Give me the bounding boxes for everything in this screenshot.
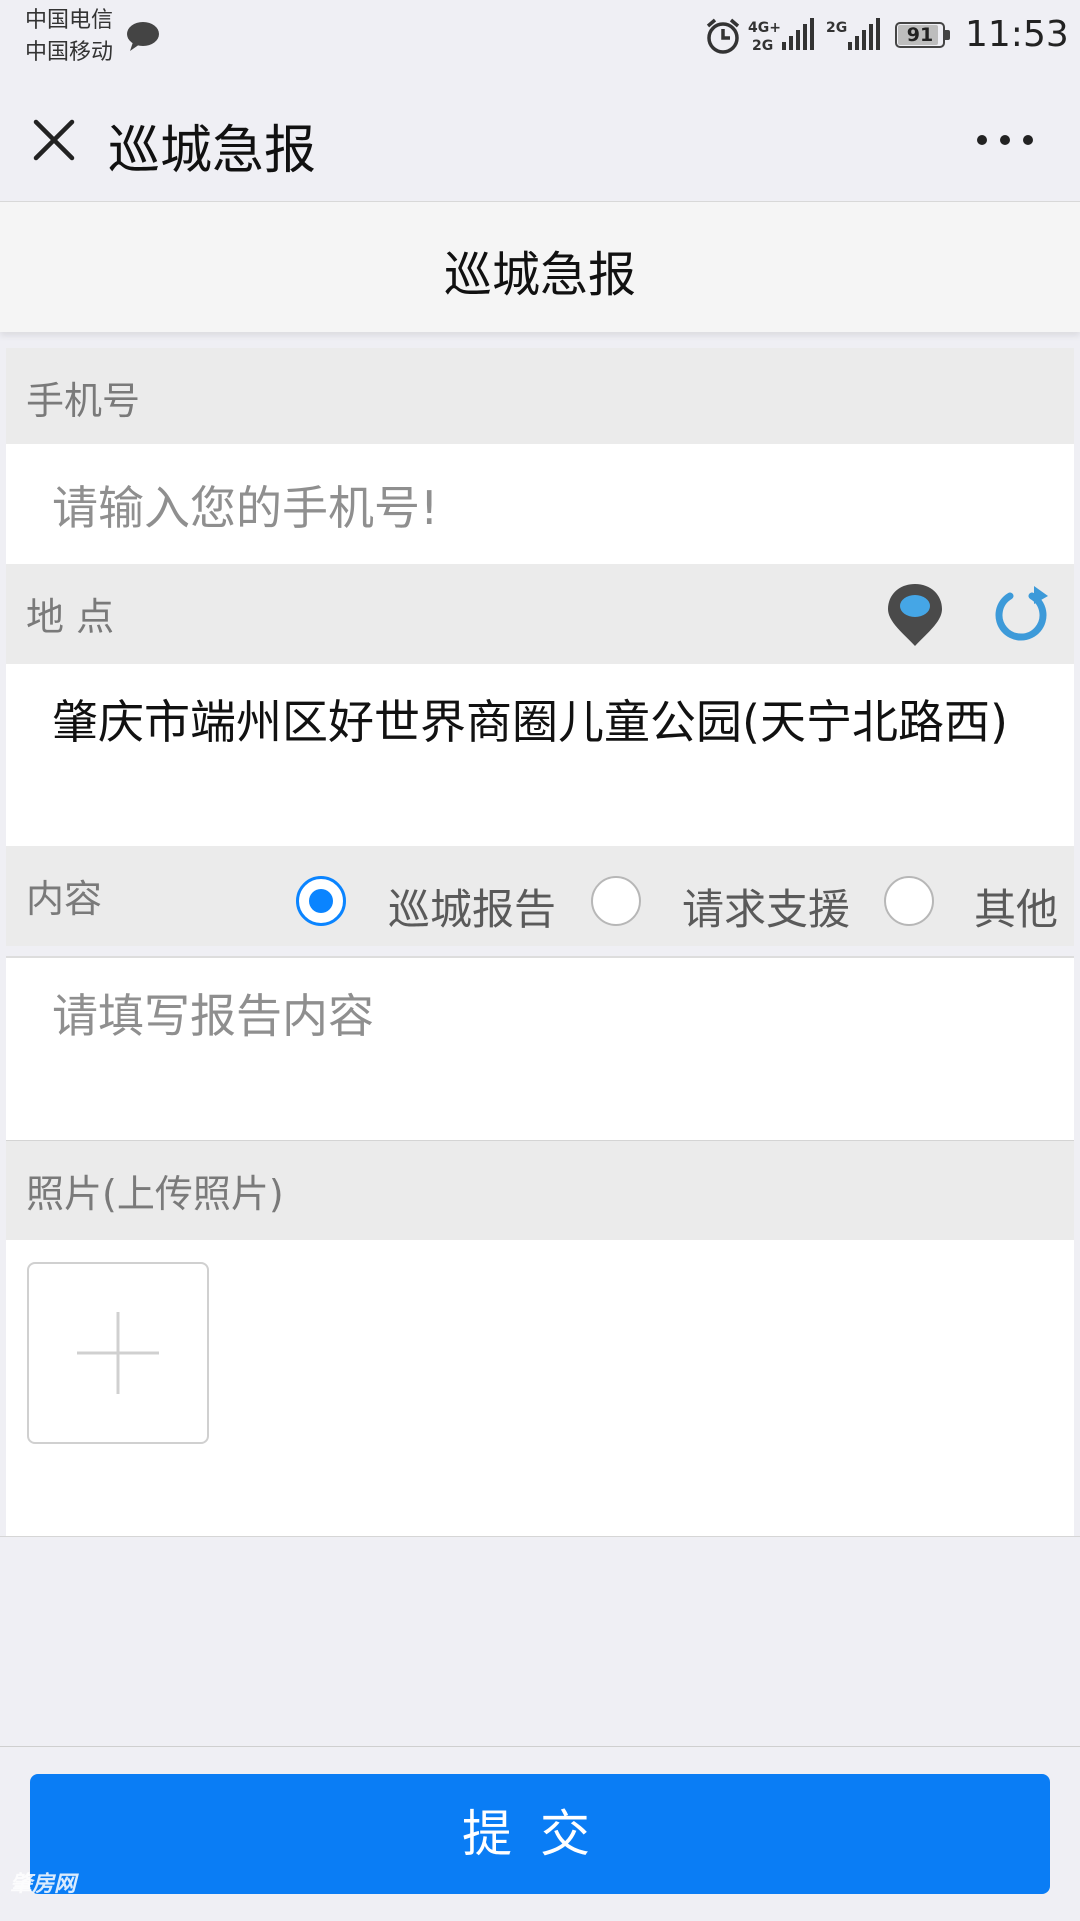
phone-section-header: 手机号 — [6, 348, 1074, 444]
signal-strength-icon: 4G+ 2G — [748, 18, 814, 54]
content-textarea[interactable]: 请填写报告内容 — [52, 980, 374, 1046]
location-value: 肇庆市端州区好世界商圈儿童公园(天宁北路西) — [52, 695, 1008, 749]
status-time: 11:53 — [965, 14, 1069, 55]
carrier-2: 中国移动 — [25, 40, 114, 65]
carrier-1: 中国电信 — [25, 8, 114, 33]
battery-level: 91 — [906, 24, 934, 46]
signal-strength-2-icon: 2G — [826, 18, 880, 50]
radio-patrol-report[interactable] — [296, 876, 346, 926]
photo-label: 照片(上传照片) — [26, 1172, 284, 1216]
refresh-icon[interactable] — [990, 584, 1052, 646]
radio-label-patrol-report[interactable]: 巡城报告 — [388, 876, 556, 937]
submit-button[interactable]: 提交 — [30, 1774, 1050, 1894]
upload-photo-button[interactable] — [27, 1262, 209, 1444]
radio-label-request-support[interactable]: 请求支援 — [682, 876, 850, 937]
photo-section-header: 照片(上传照片) — [6, 1140, 1074, 1241]
location-section-header: 地 点 — [6, 564, 1074, 664]
chat-bubble-icon — [127, 22, 159, 51]
svg-text:2G: 2G — [826, 20, 847, 36]
more-menu-icon[interactable] — [970, 120, 1040, 160]
radio-label-other[interactable]: 其他 — [974, 876, 1058, 937]
page-title: 巡城急报 — [443, 247, 636, 303]
location-pin-icon[interactable] — [886, 582, 944, 648]
battery-indicator: 91 — [895, 22, 951, 50]
watermark: 肇房网 — [10, 1872, 77, 1897]
plus-icon — [77, 1312, 159, 1394]
location-field[interactable]: 肇庆市端州区好世界商圈儿童公园(天宁北路西) — [6, 664, 1074, 846]
radio-other[interactable] — [884, 876, 934, 926]
phone-field[interactable]: 请输入您的手机号! — [6, 444, 1074, 564]
content-label: 内容 — [26, 877, 103, 921]
radio-request-support[interactable] — [591, 876, 641, 926]
svg-text:4G+: 4G+ — [748, 20, 781, 36]
content-field[interactable]: 请填写报告内容 — [6, 958, 1074, 1140]
nav-title: 巡城急报 — [108, 121, 317, 181]
location-label: 地 点 — [26, 595, 115, 639]
footer-area — [0, 1536, 1080, 1747]
phone-input[interactable]: 请输入您的手机号! — [52, 472, 438, 538]
close-icon[interactable] — [28, 114, 80, 166]
alarm-icon — [706, 18, 740, 54]
svg-text:2G: 2G — [752, 38, 773, 54]
phone-label: 手机号 — [26, 379, 141, 423]
content-section-header: 内容 巡城报告 请求支援 其他 — [6, 846, 1074, 946]
